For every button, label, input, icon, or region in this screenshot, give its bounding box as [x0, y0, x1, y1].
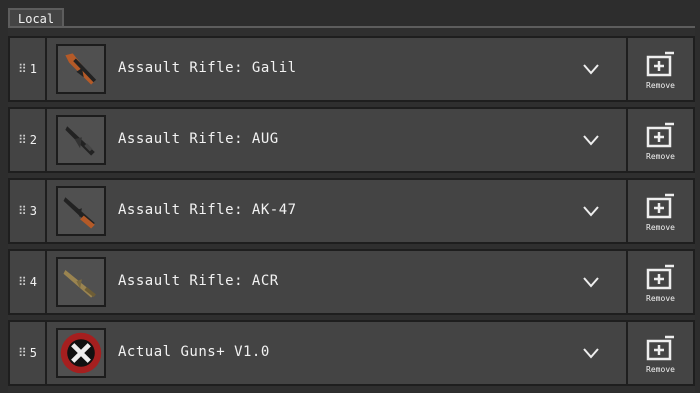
drag-dots-icon: ⠿ [17, 62, 27, 76]
rifle-aug-icon [56, 115, 106, 165]
drag-dots-icon: ⠿ [17, 204, 27, 218]
list-item[interactable]: ⠿ 3 Assault Rifle: AK-47 Remove [8, 178, 695, 244]
pack-title: Actual Guns+ V1.0 [118, 344, 270, 360]
list-item[interactable]: ⠿ 2 Assault Rifle: AUG Remove [8, 107, 695, 173]
drag-handle[interactable]: ⠿ 5 [10, 322, 47, 384]
rifle-acr-icon [56, 257, 106, 307]
pack-title: Assault Rifle: AUG [118, 131, 279, 147]
drag-handle[interactable]: ⠿ 2 [10, 109, 47, 171]
drag-dots-icon: ⠿ [17, 275, 27, 289]
rifle-galil-icon [56, 44, 106, 94]
list-item[interactable]: ⠿ 1 Assault Rifle: Galil Remove [8, 36, 695, 102]
remove-button[interactable]: Remove [626, 38, 693, 100]
rifle-ak47-icon [56, 186, 106, 236]
drag-handle[interactable]: ⠿ 3 [10, 180, 47, 242]
actual-guns-logo-icon [56, 328, 106, 378]
remove-icon [646, 122, 674, 147]
remove-icon [646, 335, 674, 360]
pack-title: Assault Rifle: AK-47 [118, 202, 297, 218]
drag-dots-icon: ⠿ [17, 133, 27, 147]
drag-handle[interactable]: ⠿ 1 [10, 38, 47, 100]
remove-button[interactable]: Remove [626, 109, 693, 171]
pack-title: Assault Rifle: Galil [118, 60, 297, 76]
list-item[interactable]: ⠿ 5 Actual Guns+ V1.0 Remove [8, 320, 695, 386]
remove-icon [646, 264, 674, 289]
drag-dots-icon: ⠿ [17, 346, 27, 360]
list-item[interactable]: ⠿ 4 Assault Rifle: ACR Remove [8, 249, 695, 315]
chevron-down-icon[interactable] [582, 275, 600, 289]
chevron-down-icon[interactable] [582, 133, 600, 147]
remove-button[interactable]: Remove [626, 180, 693, 242]
remove-icon [646, 51, 674, 76]
remove-button[interactable]: Remove [626, 322, 693, 384]
pack-title: Assault Rifle: ACR [118, 273, 279, 289]
chevron-down-icon[interactable] [582, 346, 600, 360]
remove-button[interactable]: Remove [626, 251, 693, 313]
tab-local[interactable]: Local [8, 8, 64, 26]
drag-handle[interactable]: ⠿ 4 [10, 251, 47, 313]
chevron-down-icon[interactable] [582, 204, 600, 218]
remove-icon [646, 193, 674, 218]
chevron-down-icon[interactable] [582, 62, 600, 76]
